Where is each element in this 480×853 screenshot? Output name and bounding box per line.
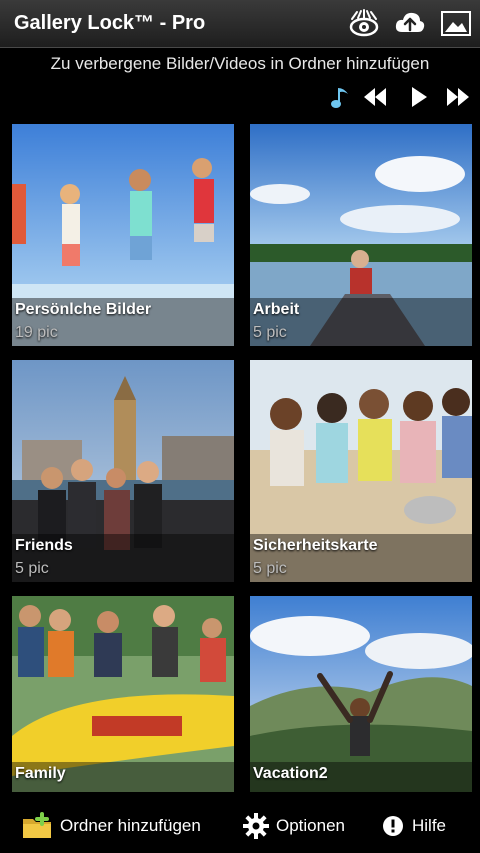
folder-tile[interactable]: Friends 5 pic [12,360,234,582]
folder-name: Family [15,765,66,782]
bottom-action-bar: Ordner hinzufügen Optionen Hilfe [0,798,480,853]
options-label: Optionen [276,815,345,835]
folder-add-icon [22,811,54,840]
folder-caption: Friends 5 pic [12,534,234,582]
help-label: Hilfe [412,815,447,835]
folder-name: Friends [15,537,73,554]
folder-count: 5 pic [253,560,287,577]
folder-tile[interactable]: Sicherheitskarte 5 pic [250,360,472,582]
folder-caption: Sicherheitskarte 5 pic [250,534,472,582]
folder-caption: Persönlche Bilder 19 pic [12,298,234,346]
folder-caption: Vacation2 [250,762,472,792]
add-folder-button[interactable]: Ordner hinzufügen [22,798,201,853]
folder-name: Arbeit [253,301,300,318]
folder-name: Persönlche Bilder [15,301,152,318]
folder-tile[interactable]: Arbeit 5 pic [250,124,472,346]
folder-tile[interactable]: Vacation2 [250,596,472,792]
folder-caption: Family [12,762,234,792]
gear-icon [242,812,270,840]
folder-count: 5 pic [253,324,287,341]
folder-tile[interactable]: Family [12,596,234,792]
alert-icon [382,815,404,837]
options-button[interactable]: Optionen [242,798,345,853]
folder-tile[interactable]: Persönlche Bilder 19 pic [12,124,234,346]
folder-name: Vacation2 [253,765,328,782]
help-button[interactable]: Hilfe [382,798,446,853]
folder-count: 5 pic [15,560,49,577]
folder-name: Sicherheitskarte [253,537,378,554]
folder-grid: Persönlche Bilder 19 pic Arbeit 5 pic Fr… [0,0,480,800]
folder-caption: Arbeit 5 pic [250,298,472,346]
add-folder-label: Ordner hinzufügen [60,815,201,835]
folder-count: 19 pic [15,324,58,341]
